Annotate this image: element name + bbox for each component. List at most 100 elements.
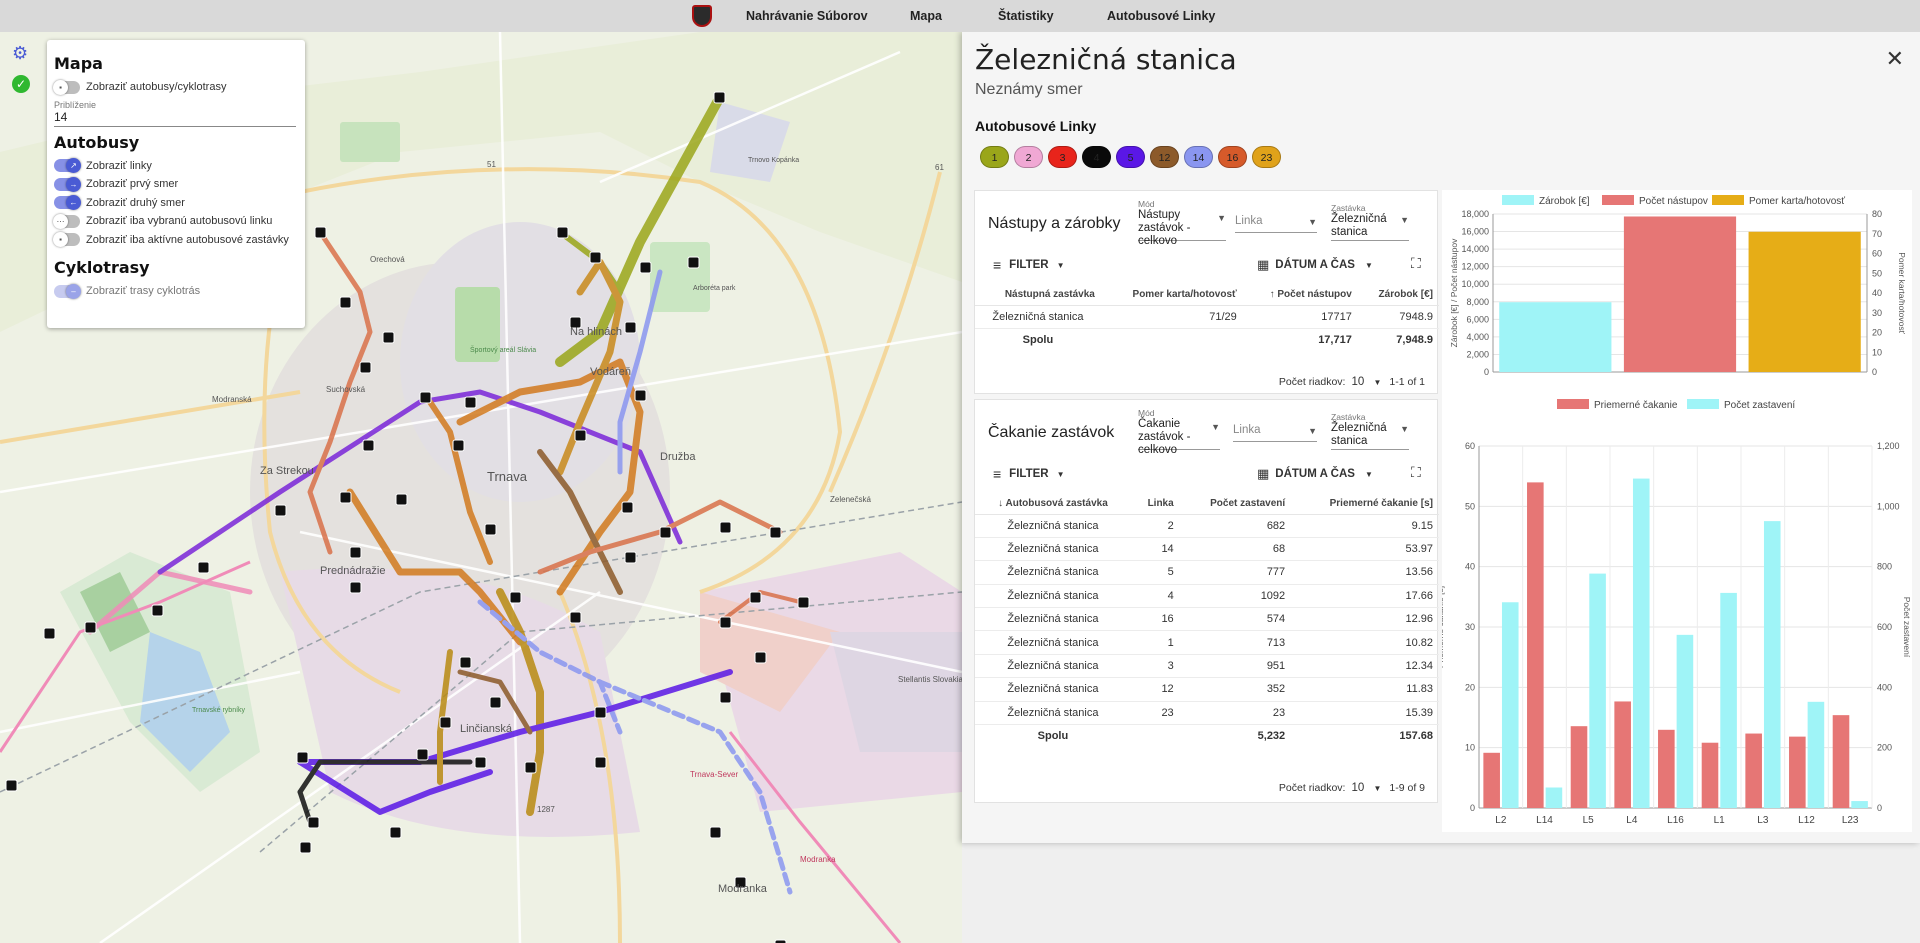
table-row[interactable]: Železničná stanica 14 68 53.97 [975,537,1439,562]
table-cell: 14 [1130,537,1180,562]
map-label-prednadrazie: Prednádražie [320,565,385,577]
table-cell: Železničná stanica [975,630,1131,655]
boarding-datetime-button[interactable]: ▦ DÁTUM A ČAS ▼ [1257,257,1373,273]
table-row[interactable]: Železničná stanica 12 352 11.83 [975,677,1439,702]
active-stops-switch[interactable]: ▪ [53,232,80,248]
bar [1832,715,1850,808]
boarding-mode-select[interactable]: Mód Nástupy zastávok - celkovo ▼ [1138,199,1226,247]
x-tick-label: L2 [1495,815,1507,826]
waiting-pager: Počet riadkov: 10 ▼ 1-9 of 9 [1279,782,1425,794]
y-tick-label: 10 [1465,743,1475,753]
bar [1545,787,1563,808]
col-header-avg-wait[interactable]: Priemerné čakanie [s] [1291,493,1439,515]
bus-line-chip[interactable]: 12 [1150,146,1179,168]
map-label-road-61: 61 [935,163,944,172]
bar [1527,482,1544,808]
table-row[interactable]: Železničná stanica 2 682 9.15 [975,514,1439,538]
waiting-filter-button[interactable]: ≡ FILTER ▼ [993,466,1065,482]
table-cell: 17717 [1242,305,1358,329]
bus-line-chip[interactable]: 14 [1184,146,1213,168]
bus-line-chip[interactable]: 23 [1252,146,1281,168]
table-cell: 12 [1130,677,1180,702]
cycle-routes-switch[interactable]: – [54,283,81,299]
bus-line-chip[interactable]: 3 [1048,146,1077,168]
boarding-line-select[interactable]: Linka ▼ [1235,215,1317,233]
caret-down-icon: ▼ [1373,784,1382,793]
toggle-row-show-lines[interactable]: ↗ Zobraziť linky [54,157,298,176]
close-icon[interactable]: ✕ [1886,46,1904,72]
boarding-stop-select[interactable]: Zastávka Železničná stanica ▼ [1331,203,1409,241]
table-cell: 682 [1179,514,1292,538]
map-label-na-hlinach: Na hlinách [570,326,622,338]
table-row[interactable]: Železničná stanica 4 1092 17.66 [975,584,1439,609]
cyklotrasy-heading: Cyklotrasy [54,258,150,277]
toggle-label: Zobraziť linky [86,159,152,172]
waiting-datetime-button[interactable]: ▦ DÁTUM A ČAS ▼ [1257,466,1373,482]
route-icon: ↗ [66,158,81,174]
map-label-road-1287: 1287 [537,805,555,814]
table-total-row: Spolu 17,717 7,948.9 [975,328,1439,351]
toggle-row-cycle-routes[interactable]: – Zobraziť trasy cyklotrás [54,282,298,301]
toggle-row-selected-line[interactable]: ⋯ Zobraziť iba vybranú autobusovú linku [53,212,298,231]
settings-gear-icon[interactable]: ⚙ [12,44,30,62]
legend-label: Počet zastavení [1724,400,1795,411]
fullscreen-icon[interactable]: ⛶ [1411,464,1421,481]
map-label-sever: Trnava-Sever [690,770,739,779]
map-label-trnovo-kopanka: Trnovo Kopánka [748,157,799,164]
fullscreen-icon[interactable]: ⛶ [1411,255,1421,272]
y-tick-label: 0 [1470,803,1475,813]
col-header-ratio[interactable]: Pomer karta/hotovosť [1100,284,1243,306]
col-header-stop[interactable]: Nástupná zastávka [975,284,1101,306]
rows-per-page-select[interactable]: 10 ▼ [1351,376,1381,388]
bus-line-chip[interactable]: 4 [1082,146,1111,168]
dots-icon: ⋯ [53,213,68,229]
table-row[interactable]: Železničná stanica 23 23 15.39 [975,701,1439,726]
col-header-stop[interactable]: ↓ Autobusová zastávka [975,493,1131,515]
waiting-stop-select[interactable]: Zastávka Železničná stanica ▼ [1331,412,1409,450]
toggle-row-buses-cycles[interactable]: ▪ Zobraziť autobusy/cyklotrasy [53,78,298,97]
boarding-filter-button[interactable]: ≡ FILTER ▼ [993,257,1065,273]
col-header-boardings[interactable]: ↑ Počet nástupov [1242,284,1358,306]
nav-statistics[interactable]: Štatistiky [998,9,1054,23]
nav-map[interactable]: Mapa [910,9,942,23]
table-row[interactable]: Železničná stanica 3 951 12.34 [975,654,1439,679]
rows-per-page-select[interactable]: 10 ▼ [1351,782,1381,794]
bus-line-chip[interactable]: 5 [1116,146,1145,168]
bar [1789,736,1806,808]
table-row[interactable]: Železničná stanica 16 574 12.96 [975,607,1439,632]
show-lines-switch[interactable]: ↗ [54,158,81,174]
sort-down-icon: ↓ [998,497,1006,509]
table-row[interactable]: Železničná stanica 1 713 10.82 [975,630,1439,655]
total-cell: Spolu [1022,334,1054,347]
bus-line-chip[interactable]: 16 [1218,146,1247,168]
bus-line-chip[interactable]: 1 [980,146,1009,168]
toggle-row-active-stops[interactable]: ▪ Zobraziť iba aktívne autobusové zastáv… [53,231,298,250]
nav-bus-lines[interactable]: Autobusové Linky [1107,9,1215,23]
col-header-earnings[interactable]: Zárobok [€] [1357,284,1439,306]
table-cell: 2 [1130,514,1180,538]
waiting-line-select[interactable]: Linka ▼ [1233,424,1317,442]
total-cell: 7,948.9 [1396,334,1433,347]
table-row[interactable]: Železničná stanica 71/29 17717 7948.9 [975,305,1439,329]
toggle-row-second-direction[interactable]: ← Zobraziť druhý smer [54,194,298,213]
waiting-mode-select[interactable]: Mód Čakanie zastávok - celkovo ▼ [1138,408,1220,456]
y-tick-label: 60 [1465,441,1475,451]
bus-line-chip[interactable]: 2 [1014,146,1043,168]
caret-down-icon: ▼ [1308,426,1317,436]
app-logo-icon[interactable] [692,5,712,27]
selected-line-switch[interactable]: ⋯ [53,213,80,229]
toggle-row-first-direction[interactable]: → Zobraziť prvý smer [54,175,298,194]
map-label-modranka-road: Modranka [800,855,836,864]
table-row[interactable]: Železničná stanica 5 777 13.56 [975,560,1439,585]
second-direction-switch[interactable]: ← [54,195,81,211]
zoom-input[interactable]: 14 [54,110,296,127]
buses-cycles-switch[interactable]: ▪ [53,79,80,95]
y-tick-label: 4,000 [1466,332,1489,342]
y2-axis-label: Počet zastavení [1902,597,1912,658]
nav-upload-files[interactable]: Nahrávanie Súborov [746,9,868,23]
col-header-line[interactable]: Linka [1130,493,1180,515]
first-direction-switch[interactable]: → [54,176,81,192]
legend-swatch [1557,399,1589,409]
legend-label: Pomer karta/hotovosť [1749,196,1845,207]
col-header-stops-count[interactable]: Počet zastavení [1179,493,1292,515]
